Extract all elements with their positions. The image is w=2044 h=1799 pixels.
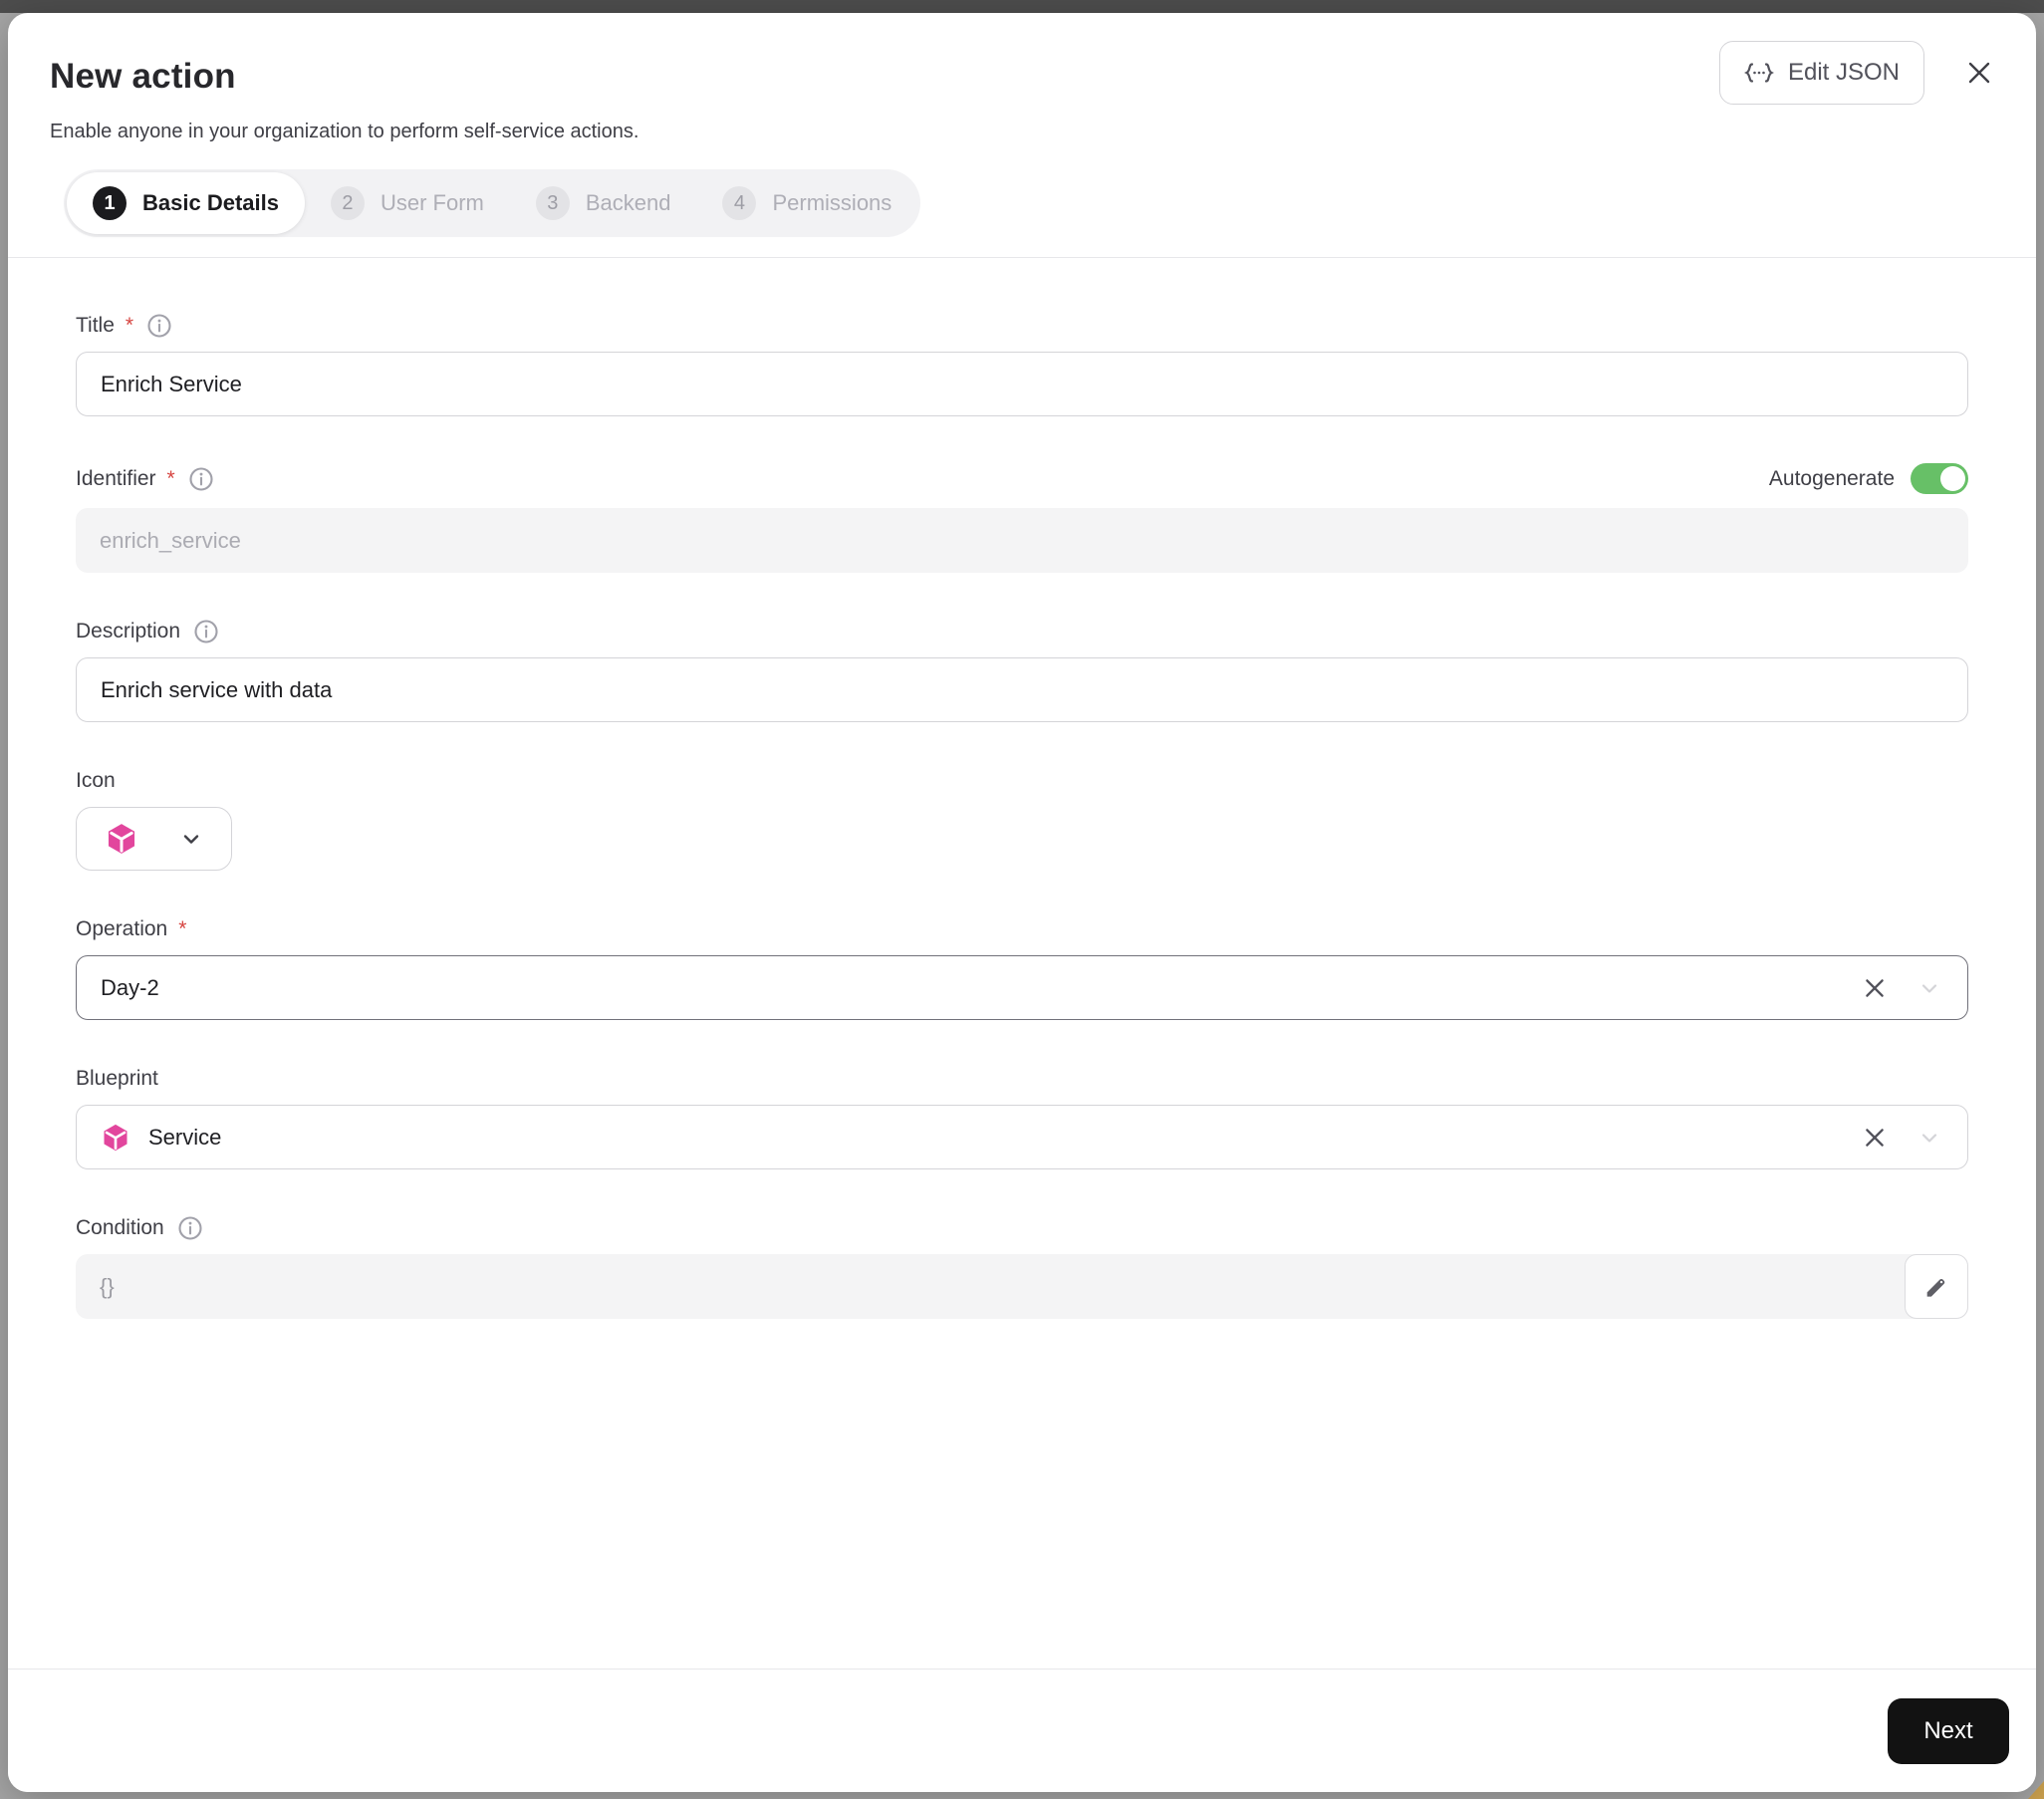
blueprint-value: Service xyxy=(148,1124,222,1150)
clear-icon[interactable] xyxy=(1860,973,1890,1003)
operation-value: Day-2 xyxy=(101,974,159,1000)
stepper: 1 Basic Details 2 User Form 3 Backend 4 … xyxy=(64,169,921,237)
basic-details-form: Title * Identifier * xyxy=(8,258,2036,1319)
step-number: 3 xyxy=(535,186,570,220)
required-asterisk: * xyxy=(125,314,134,337)
info-icon[interactable] xyxy=(178,1216,202,1240)
page-title: New action xyxy=(50,57,236,96)
clear-icon[interactable] xyxy=(1860,1123,1890,1153)
required-asterisk: * xyxy=(178,917,187,940)
modal-header: New action Edit JSON Enable anyone in yo… xyxy=(8,13,2036,237)
required-asterisk: * xyxy=(166,466,175,490)
edit-condition-button[interactable] xyxy=(1905,1254,1968,1319)
blueprint-select[interactable]: Service xyxy=(76,1105,1968,1169)
icon-select[interactable] xyxy=(76,807,232,871)
operation-label: Operation xyxy=(76,917,168,940)
close-button[interactable] xyxy=(1958,52,2000,94)
chevron-down-icon[interactable] xyxy=(1916,974,1943,1002)
cube-icon xyxy=(105,822,138,856)
title-label: Title xyxy=(76,314,115,337)
header-actions: Edit JSON xyxy=(1718,41,2000,105)
operation-select[interactable]: Day-2 xyxy=(76,955,1968,1020)
toggle-knob xyxy=(1940,466,1965,491)
new-action-modal: New action Edit JSON Enable anyone in yo… xyxy=(8,13,2036,1792)
title-input[interactable] xyxy=(76,352,1968,416)
blueprint-label: Blueprint xyxy=(76,1067,158,1090)
autogenerate-toggle[interactable] xyxy=(1911,463,1968,494)
condition-input xyxy=(76,1254,1968,1319)
identifier-input xyxy=(76,508,1968,573)
pencil-icon xyxy=(1922,1273,1950,1301)
step-number: 4 xyxy=(722,186,757,220)
autogenerate-label: Autogenerate xyxy=(1768,466,1895,490)
identifier-field-group: Identifier * Autogenerate xyxy=(76,463,1968,573)
modal-subtitle: Enable anyone in your organization to pe… xyxy=(50,121,639,142)
operation-field-group: Operation * Day-2 xyxy=(76,917,1968,1020)
chevron-down-icon xyxy=(179,827,203,851)
edit-json-button[interactable]: Edit JSON xyxy=(1718,41,1924,105)
icon-field-group: Icon xyxy=(76,769,1968,871)
condition-label: Condition xyxy=(76,1216,164,1239)
backdrop-top xyxy=(0,0,2044,13)
condition-field-group: Condition xyxy=(76,1216,1968,1319)
identifier-label: Identifier xyxy=(76,466,156,490)
close-icon xyxy=(1964,58,1994,88)
modal-footer: Next xyxy=(8,1669,2036,1792)
description-label: Description xyxy=(76,620,181,642)
step-user-form[interactable]: 2 User Form xyxy=(305,172,510,234)
step-label: User Form xyxy=(380,190,484,215)
autogenerate-control: Autogenerate xyxy=(1769,463,1968,494)
step-basic-details[interactable]: 1 Basic Details xyxy=(67,172,305,234)
step-number: 1 xyxy=(93,186,127,220)
step-label: Permissions xyxy=(772,190,893,215)
step-permissions[interactable]: 4 Permissions xyxy=(696,172,917,234)
description-input[interactable] xyxy=(76,657,1968,722)
cube-icon xyxy=(101,1123,130,1153)
title-field-group: Title * xyxy=(76,314,1968,416)
step-backend[interactable]: 3 Backend xyxy=(510,172,697,234)
step-number: 2 xyxy=(330,186,365,220)
info-icon[interactable] xyxy=(189,466,213,491)
icon-label: Icon xyxy=(76,769,116,792)
next-button[interactable]: Next xyxy=(1888,1697,2009,1764)
description-field-group: Description xyxy=(76,620,1968,722)
info-icon[interactable] xyxy=(194,620,218,643)
chevron-down-icon[interactable] xyxy=(1916,1124,1943,1152)
step-label: Basic Details xyxy=(142,190,279,215)
braces-icon xyxy=(1744,63,1774,83)
blueprint-field-group: Blueprint Service xyxy=(76,1067,1968,1169)
info-icon[interactable] xyxy=(147,314,171,338)
step-label: Backend xyxy=(585,190,671,215)
edit-json-label: Edit JSON xyxy=(1787,59,1900,86)
